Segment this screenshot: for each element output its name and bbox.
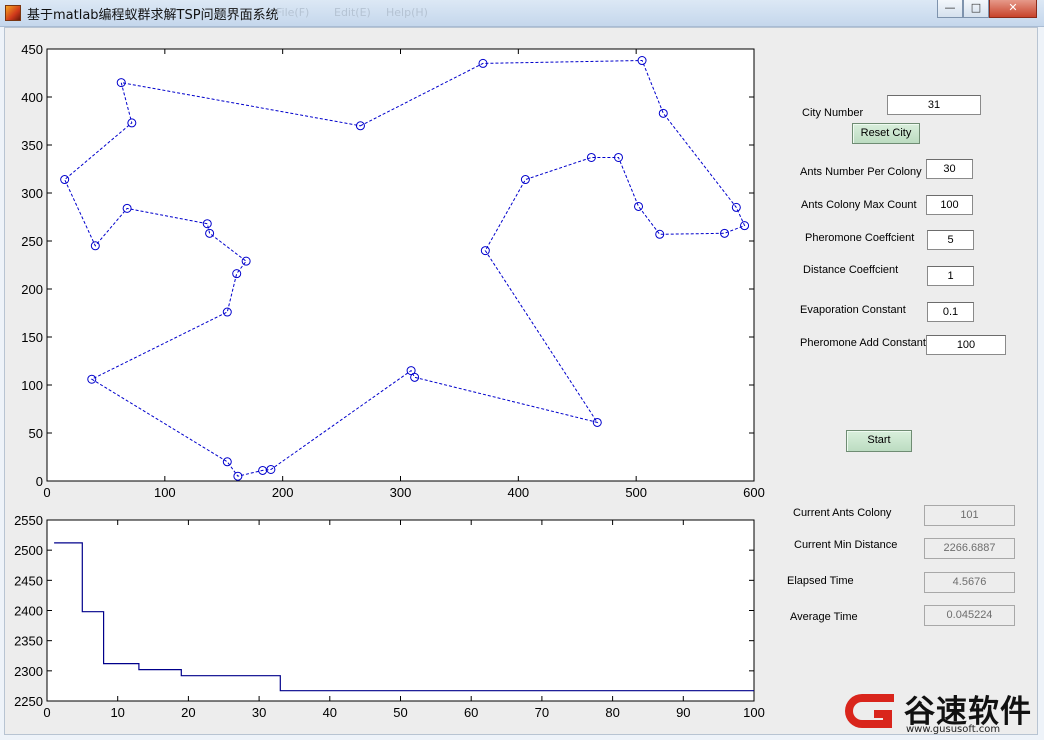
route-xtick-label: 300 bbox=[390, 485, 412, 500]
close-button[interactable]: ✕ bbox=[989, 0, 1037, 18]
conv-ytick-label: 2500 bbox=[14, 543, 43, 558]
conv-xtick-label: 0 bbox=[43, 705, 50, 720]
conv-axes-box bbox=[46, 519, 755, 702]
route-plot-axes[interactable]: 0 100 200 300 400 500 600 0 50 100 150 200 250 300 350… bbox=[21, 42, 765, 500]
conv-ytick-label: 2300 bbox=[14, 664, 43, 679]
city-number-input[interactable]: 31 bbox=[887, 95, 981, 115]
pheromone-coef-label: Pheromone Coeffcient bbox=[805, 232, 915, 244]
ghost-menu-help: Help(H) bbox=[386, 6, 428, 19]
conv-xtick-label: 10 bbox=[110, 705, 124, 720]
ghost-menu-edit: Edit(E) bbox=[334, 6, 371, 19]
watermark-url: www.gususoft.com bbox=[906, 724, 1001, 735]
conv-xtick-label: 60 bbox=[464, 705, 478, 720]
current-colony-value: 101 bbox=[924, 505, 1015, 526]
window-title: 基于matlab编程蚁群求解TSP问题界面系统 bbox=[27, 8, 279, 23]
route-ytick-label: 250 bbox=[21, 234, 43, 249]
min-distance-label: Current Min Distance bbox=[794, 539, 898, 551]
conv-ytick-label: 2550 bbox=[14, 513, 43, 528]
current-colony-label: Current Ants Colony bbox=[793, 507, 892, 519]
conv-xtick-label: 20 bbox=[181, 705, 195, 720]
route-ytick-label: 0 bbox=[36, 474, 43, 489]
evaporation-input[interactable]: 0.1 bbox=[927, 302, 974, 322]
conv-ytick-label: 2350 bbox=[14, 634, 43, 649]
minimize-button[interactable]: — bbox=[937, 0, 963, 18]
pheromone-add-label: Pheromone Add Constant bbox=[800, 337, 926, 349]
pheromone-add-input[interactable]: 100 bbox=[926, 335, 1006, 355]
ants-per-colony-label: Ants Number Per Colony bbox=[800, 166, 922, 178]
conv-xtick-label: 100 bbox=[743, 705, 765, 720]
route-xtick-label: 400 bbox=[507, 485, 529, 500]
elapsed-value: 4.5676 bbox=[924, 572, 1015, 593]
route-ytick-label: 300 bbox=[21, 186, 43, 201]
max-count-input[interactable]: 100 bbox=[926, 195, 973, 215]
route-ytick-label: 200 bbox=[21, 282, 43, 297]
close-icon: ✕ bbox=[1008, 1, 1018, 14]
route-xtick-label: 200 bbox=[272, 485, 294, 500]
maximize-button[interactable]: □ bbox=[963, 0, 989, 18]
route-ytick-label: 50 bbox=[29, 426, 43, 441]
conv-ytick-label: 2250 bbox=[14, 694, 43, 709]
watermark-logo-icon bbox=[845, 694, 894, 728]
conv-xtick-label: 90 bbox=[676, 705, 690, 720]
min-distance-value: 2266.6887 bbox=[924, 538, 1015, 559]
route-xtick-label: 0 bbox=[43, 485, 50, 500]
average-label: Average Time bbox=[790, 611, 858, 623]
conv-ytick-label: 2400 bbox=[14, 604, 43, 619]
conv-xtick-label: 70 bbox=[535, 705, 549, 720]
convergence-plot-axes[interactable]: 0 10 20 30 40 50 60 70 80 90 100 2250 2300 2350 2400 24… bbox=[14, 513, 765, 720]
route-ytick-label: 450 bbox=[21, 42, 43, 57]
figure-window: 0 100 200 300 400 500 600 0 50 100 150 200 250 300 350… bbox=[4, 27, 1038, 735]
average-value: 0.045224 bbox=[924, 605, 1015, 626]
route-ytick-label: 100 bbox=[21, 378, 43, 393]
elapsed-label: Elapsed Time bbox=[787, 575, 854, 587]
route-ytick-label: 150 bbox=[21, 330, 43, 345]
route-xtick-label: 600 bbox=[743, 485, 765, 500]
evaporation-label: Evaporation Constant bbox=[800, 304, 906, 316]
matlab-app-icon bbox=[5, 5, 21, 21]
reset-city-button[interactable]: Reset City bbox=[852, 123, 920, 144]
conv-xtick-label: 50 bbox=[393, 705, 407, 720]
route-xtick-label: 500 bbox=[625, 485, 647, 500]
pheromone-coef-input[interactable]: 5 bbox=[927, 230, 974, 250]
distance-coef-label: Distance Coeffcient bbox=[803, 264, 899, 276]
conv-xtick-label: 30 bbox=[252, 705, 266, 720]
route-ytick-label: 350 bbox=[21, 138, 43, 153]
max-count-label: Ants Colony Max Count bbox=[801, 199, 917, 211]
route-ytick-label: 400 bbox=[21, 90, 43, 105]
conv-xtick-label: 40 bbox=[323, 705, 337, 720]
start-button[interactable]: Start bbox=[846, 430, 912, 452]
ghost-menu-file: File(F) bbox=[276, 6, 310, 19]
conv-ytick-label: 2450 bbox=[14, 573, 43, 588]
conv-xtick-label: 80 bbox=[605, 705, 619, 720]
minimize-icon: — bbox=[944, 1, 956, 14]
ants-per-colony-input[interactable]: 30 bbox=[926, 159, 973, 179]
maximize-icon: □ bbox=[970, 1, 982, 14]
window-titlebar: 基于matlab编程蚁群求解TSP问题界面系统 File(F) Edit(E) … bbox=[0, 0, 1044, 27]
distance-coef-input[interactable]: 1 bbox=[927, 266, 974, 286]
city-number-label: City Number bbox=[802, 107, 864, 119]
route-xtick-label: 100 bbox=[154, 485, 176, 500]
